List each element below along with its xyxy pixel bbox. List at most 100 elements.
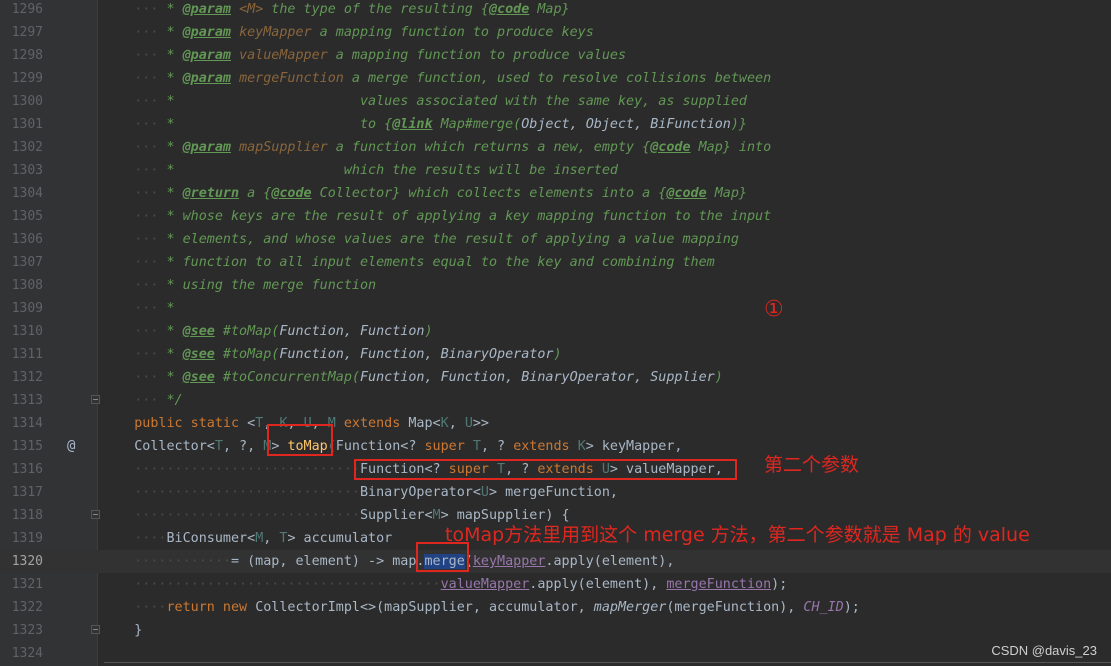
code-line[interactable]: 1304 ··· * @return a {@code Collector} w… [0, 182, 1111, 205]
code-line[interactable]: 1308 ··· * using the merge function [0, 274, 1111, 297]
code-line[interactable]: 1302 ··· * @param mapSupplier a function… [0, 136, 1111, 159]
code-token: , [263, 531, 280, 546]
code-token: * [158, 140, 183, 155]
code-text[interactable]: ··· * @see #toMap(Function, Function, Bi… [102, 343, 561, 366]
code-line[interactable]: 1309 ··· * [0, 297, 1111, 320]
code-text[interactable]: ··· * whose keys are the result of apply… [102, 205, 771, 228]
code-text[interactable]: ··· * @param mergeFunction a merge funct… [102, 67, 771, 90]
code-line[interactable]: 1303 ··· * which the results will be ins… [0, 159, 1111, 182]
code-token: * values associated with the same key, a… [158, 94, 747, 109]
fold-marker-icon[interactable] [91, 625, 100, 634]
code-text[interactable]: ··· * @see #toMap(Function, Function) [102, 320, 432, 343]
code-token: Function, Function, BinaryOperator, Supp… [360, 370, 715, 385]
code-line[interactable]: 1321 ···································… [0, 573, 1111, 596]
code-text[interactable]: ······································va… [102, 573, 787, 596]
code-text[interactable]: ··· * @param valueMapper a mapping funct… [102, 44, 626, 67]
code-line[interactable]: 1322 ····return new CollectorImpl<>(mapS… [0, 596, 1111, 619]
line-number: 1299 [11, 71, 43, 86]
code-text[interactable]: ··· * using the merge function [102, 274, 376, 297]
code-text[interactable]: ··· * @param keyMapper a mapping functio… [102, 21, 594, 44]
code-token: } [134, 623, 143, 638]
code-token: @param [182, 71, 231, 86]
code-token: a merge function, used to resolve collis… [343, 71, 772, 86]
code-token: Object, Object, BiFunction [521, 117, 731, 132]
code-text[interactable]: ··· * [102, 297, 174, 320]
code-token: @code [488, 2, 530, 17]
code-line[interactable]: 1299 ··· * @param mergeFunction a merge … [0, 67, 1111, 90]
code-line[interactable]: 1310 ··· * @see #toMap(Function, Functio… [0, 320, 1111, 343]
code-text[interactable]: ··· */ [102, 389, 182, 412]
code-text[interactable]: ··· * elements, and whose values are the… [102, 228, 739, 251]
code-text[interactable]: ············= (map, element) -> map.merg… [102, 550, 674, 573]
code-token: * [158, 2, 183, 17]
code-text[interactable]: ··· * @param <M> the type of the resulti… [102, 0, 569, 21]
code-text[interactable]: ··· * @return a {@code Collector} which … [102, 182, 747, 205]
code-line[interactable]: 1320 ············= (map, element) -> map… [0, 550, 1111, 573]
code-token: mapSupplier [239, 140, 328, 155]
code-token: mapMerger [593, 600, 667, 615]
code-line[interactable]: 1297 ··· * @param keyMapper a mapping fu… [0, 21, 1111, 44]
code-token: .apply(element), [545, 554, 675, 569]
code-token: #toConcurrentMap( [214, 370, 360, 385]
code-line[interactable]: 1300 ··· * values associated with the sa… [0, 90, 1111, 113]
code-text[interactable]: } [102, 619, 142, 642]
code-line[interactable]: 1307 ··· * function to all input element… [0, 251, 1111, 274]
code-token: > accumulator [287, 531, 393, 546]
code-token: CH_ID [803, 600, 844, 615]
line-number: 1314 [11, 416, 43, 431]
line-number: 1307 [11, 255, 43, 270]
code-token: @code [271, 186, 312, 201]
code-token: <M> [239, 2, 264, 17]
code-text[interactable]: ····························BinaryOperat… [102, 481, 618, 504]
code-line[interactable]: 1312 ··· * @see #toConcurrentMap(Functio… [0, 366, 1111, 389]
code-line[interactable]: 1301 ··· * to {@link Map#merge(Object, O… [0, 113, 1111, 136]
code-line[interactable]: 1298 ··· * @param valueMapper a mapping … [0, 44, 1111, 67]
fold-marker-icon[interactable] [91, 510, 100, 519]
code-line[interactable]: 1323 } [0, 619, 1111, 642]
line-number: 1302 [11, 140, 43, 155]
code-token: * [158, 186, 183, 201]
code-text[interactable]: ··· * which the results will be inserted [102, 159, 618, 182]
code-line[interactable]: 1315 Collector<T, ?, M> toMap(Function<?… [0, 435, 1111, 458]
code-token: ···························· [102, 508, 360, 523]
code-text[interactable]: ····return new CollectorImpl<>(mapSuppli… [102, 596, 860, 619]
code-token: @see [182, 324, 215, 339]
code-line[interactable]: 1317 ····························BinaryO… [0, 481, 1111, 504]
code-token: ··· [102, 393, 159, 408]
code-token: @see [182, 370, 215, 385]
code-token: * [158, 324, 183, 339]
code-text[interactable]: ··· * @see #toConcurrentMap(Function, Fu… [102, 366, 723, 389]
code-line[interactable]: 1306 ··· * elements, and whose values ar… [0, 228, 1111, 251]
code-text[interactable]: ··· * to {@link Map#merge(Object, Object… [102, 113, 747, 136]
code-token: K [440, 416, 449, 431]
code-text[interactable]: ····BiConsumer<M, T> accumulator [102, 527, 392, 550]
code-token: @param [182, 2, 231, 17]
code-text[interactable]: ··· * function to all input elements equ… [102, 251, 715, 274]
code-token: @see [182, 347, 215, 362]
line-number: 1303 [11, 163, 43, 178]
line-number: 1301 [11, 117, 43, 132]
code-token: , ?, [222, 439, 264, 454]
code-token: * function to all input elements equal t… [158, 255, 715, 270]
fold-marker-icon[interactable] [91, 395, 100, 404]
code-text[interactable]: ··· * values associated with the same ke… [102, 90, 747, 113]
line-number: 1298 [11, 48, 43, 63]
override-at-icon[interactable]: @ [67, 435, 75, 458]
code-text[interactable]: Collector<T, ?, M> toMap(Function<? supe… [102, 435, 682, 458]
code-token: Collector< [134, 439, 215, 454]
code-token: @return [182, 186, 240, 201]
code-token: keyMapper [239, 25, 312, 40]
code-line[interactable]: 1313 ··· */ [0, 389, 1111, 412]
code-token: , ? [480, 439, 514, 454]
code-token: CollectorImpl<>(mapSupplier, accumulator… [255, 600, 594, 615]
code-text[interactable]: ··· * @param mapSupplier a function whic… [102, 136, 771, 159]
line-number: 1316 [11, 462, 43, 477]
code-line[interactable]: 1305 ··· * whose keys are the result of … [0, 205, 1111, 228]
code-line[interactable]: 1314 public static <T, K, U, M extends M… [0, 412, 1111, 435]
code-line[interactable]: 1311 ··· * @see #toMap(Function, Functio… [0, 343, 1111, 366]
code-line[interactable]: 1296 ··· * @param <M> the type of the re… [0, 0, 1111, 21]
